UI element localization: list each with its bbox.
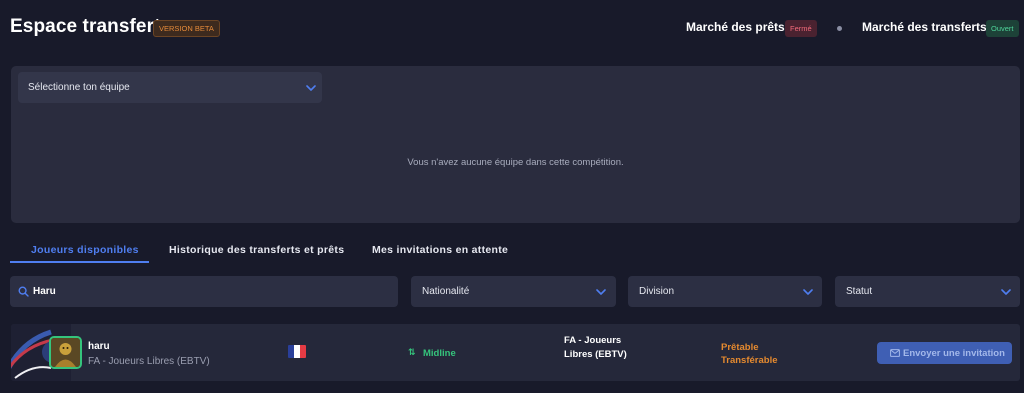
swap-vertical-icon: ⇅: [408, 347, 416, 357]
player-name[interactable]: haru: [88, 341, 110, 352]
france-flag-icon: [288, 345, 306, 358]
header: Espace transfert VERSION BETA Marché des…: [0, 0, 1024, 58]
nationality-select-label: Nationalité: [422, 286, 470, 297]
nationality-select[interactable]: Nationalité: [411, 276, 616, 307]
player-role: Midline: [423, 348, 456, 359]
transfers-market-status-badge: Ouvert: [986, 20, 1019, 37]
status-select-label: Statut: [846, 286, 873, 297]
tab-pending-invitations[interactable]: Mes invitations en attente: [372, 244, 508, 256]
chevron-down-icon: [1001, 289, 1011, 295]
separator-dot: [837, 26, 842, 31]
avatar: [49, 336, 82, 369]
player-team: FA - Joueurs Libres (EBTV): [88, 356, 210, 367]
player-row[interactable]: haru FA - Joueurs Libres (EBTV) ⇅ Midlin…: [11, 324, 1020, 381]
player-status-transferable: Transférable: [721, 355, 778, 366]
chevron-down-icon: [803, 289, 813, 295]
transfers-market-label: Marché des transferts: [862, 20, 987, 34]
team-select[interactable]: Sélectionne ton équipe: [18, 72, 322, 103]
search-icon: [18, 286, 29, 297]
loans-market-label: Marché des prêts: [686, 20, 785, 34]
tab-transfer-history[interactable]: Historique des transferts et prêts: [169, 244, 344, 256]
team-panel: Sélectionne ton équipe Vous n'avez aucun…: [11, 66, 1020, 223]
avatar-portrait-icon: [51, 338, 80, 367]
chevron-down-icon: [596, 289, 606, 295]
player-division: FA - Joueurs Libres (EBTV): [564, 335, 627, 360]
search-field[interactable]: [10, 276, 398, 307]
page-title: Espace transfert: [10, 16, 161, 37]
send-invitation-label: Envoyer une invitation: [903, 348, 1005, 359]
search-input[interactable]: [33, 282, 383, 301]
tab-available-players[interactable]: Joueurs disponibles: [31, 244, 139, 256]
beta-badge: VERSION BETA: [153, 20, 220, 37]
division-select-label: Division: [639, 286, 675, 297]
envelope-icon: [890, 349, 900, 357]
chevron-down-icon: [306, 85, 316, 91]
status-select[interactable]: Statut: [835, 276, 1020, 307]
division-select[interactable]: Division: [628, 276, 822, 307]
player-status-loanable: Prêtable: [721, 342, 759, 353]
send-invitation-button[interactable]: Envoyer une invitation: [877, 342, 1012, 364]
tabs: Joueurs disponibles Historique des trans…: [10, 238, 610, 264]
active-tab-indicator: [10, 261, 149, 263]
team-select-label: Sélectionne ton équipe: [28, 82, 130, 93]
empty-team-message: Vous n'avez aucune équipe dans cette com…: [407, 157, 624, 168]
loans-market-status-badge: Fermé: [785, 20, 817, 37]
